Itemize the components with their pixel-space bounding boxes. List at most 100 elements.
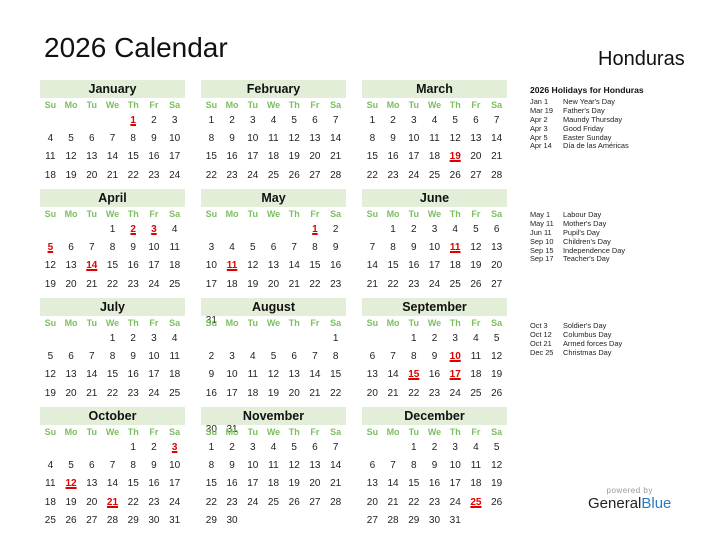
day-cell: 6 [312,115,318,126]
brand-blue: Blue [641,495,672,512]
day-cell: 12 [65,151,77,163]
day-cell: 19 [65,169,77,181]
day-cell: 14 [387,369,399,381]
weekday-label: Su [205,100,218,110]
weekday-label: Sa [330,318,342,328]
day-cell: 16 [205,387,217,399]
empty-cell [362,439,383,457]
day-cell: 23 [387,169,399,181]
day-cell: 4 [171,333,178,344]
day-cell: 18 [267,478,280,490]
day-cell: 8 [411,351,417,363]
day-cell: 28 [491,169,503,181]
weekday-label: Mo [225,100,239,110]
day-cell: 27 [86,514,98,526]
month-header: September [362,298,507,316]
day-cell: 18 [428,151,441,163]
day-cell: 2 [431,333,438,344]
day-cell: 20 [470,151,482,163]
weekday-label: Th [288,209,300,219]
day-cell: 14 [309,369,321,381]
weekday-label: Su [44,318,57,328]
month-april: April Su Mo Tu We Th Fr Sa 1 2 3 4 5 6 7 8 9 10 11 12 13 14 15… [40,189,185,312]
day-cell: 5 [250,242,256,254]
day-cell: 12 [288,460,300,472]
day-cell: 18 [44,169,56,181]
weekday-label: Sa [491,209,503,219]
day-cell: 18 [247,387,259,399]
day-cell: 14 [106,151,119,163]
weekday-label: Tu [86,209,97,219]
month-july: July Su Mo Tu We Th Fr Sa 1 2 3 4 5 6 7 8 9 10 11 12 13 14 15 1… [40,298,185,421]
day-cell: 5 [493,442,500,453]
day-cell: 4 [452,224,458,235]
day-cell: 11 [470,460,482,472]
weekday-label: Fr [149,427,159,437]
day-cell: 12 [470,242,482,254]
day-cell: 9 [229,133,235,145]
day-cell: 5 [47,351,54,363]
month-header: August [201,298,346,316]
weekday-label: Tu [86,100,97,110]
weekday-label: Sa [491,427,503,437]
weekday-label: We [266,427,281,437]
day-cell: 1 [369,115,376,126]
day-cell: 9 [208,369,215,381]
weekday-label: We [105,209,120,219]
day-cell: 13 [86,151,98,163]
day-cell: 17 [449,478,461,490]
weekday-label: Tu [86,318,97,328]
day-cell: 24 [169,169,181,181]
day-cell: 15 [127,151,139,163]
day-cell: 27 [366,514,378,526]
day-cell: 8 [390,242,396,254]
weekday-label: Fr [149,209,159,219]
day-cell: 19 [288,151,300,163]
weekday-label: We [427,427,442,437]
day-cell: 16 [428,478,441,490]
generalblue-logo[interactable]: powered by GeneralBlue [588,486,671,512]
weekday-label: Tu [247,209,258,219]
month-june: June Su Mo Tu We Th Fr Sa 1 2 3 4 5 6 7 8 9 10 11 12 13 14 15 1… [362,189,507,312]
day-cell: 25 [449,278,461,290]
day-cell: 16 [148,478,160,490]
day-cell: 21 [309,387,321,399]
month-header: February [201,80,346,98]
day-cell: 24 [408,169,420,181]
weekday-label: Fr [310,318,320,328]
day-cell: 15 [408,478,420,490]
day-cell: 14 [330,460,342,472]
day-cell: 10 [408,133,420,145]
day-cell: 8 [130,133,136,145]
weekday-label: Fr [471,100,481,110]
empty-cell [263,221,284,239]
day-cell: 20 [86,169,98,181]
day-cell: 20 [267,278,280,290]
day-cell: 10 [169,133,181,145]
day-cell: 28 [330,169,342,181]
day-cell: 28 [330,496,342,508]
day-cell: 13 [288,369,300,381]
weekday-label: Fr [471,318,481,328]
day-cell: 7 [312,351,318,363]
day-cell: 11 [45,151,56,163]
brand-general: General [588,495,642,512]
month-march: March Su Mo Tu We Th Fr Sa 1 2 3 4 5 6 7 8 9 10 11 12 13 14 15… [362,80,507,203]
empty-cell [102,439,123,457]
day-cell: 9 [431,351,438,363]
day-cell: 31 [449,514,461,526]
weekday-label: Su [44,209,57,219]
month-header: December [362,407,507,425]
day-cell: 8 [130,460,136,472]
page-title: 2026 Calendar [44,32,228,63]
day-cell: 18 [226,278,238,290]
day-cell: 11 [268,460,279,472]
weekday-label: Mo [64,209,78,219]
weekday-label: We [105,427,120,437]
weekday-label: Tu [408,100,419,110]
day-cell: 20 [309,151,321,163]
weekday-label: We [105,100,120,110]
day-cell: 28 [387,514,399,526]
day-cell: 10 [226,369,238,381]
day-cell: 15 [127,478,139,490]
